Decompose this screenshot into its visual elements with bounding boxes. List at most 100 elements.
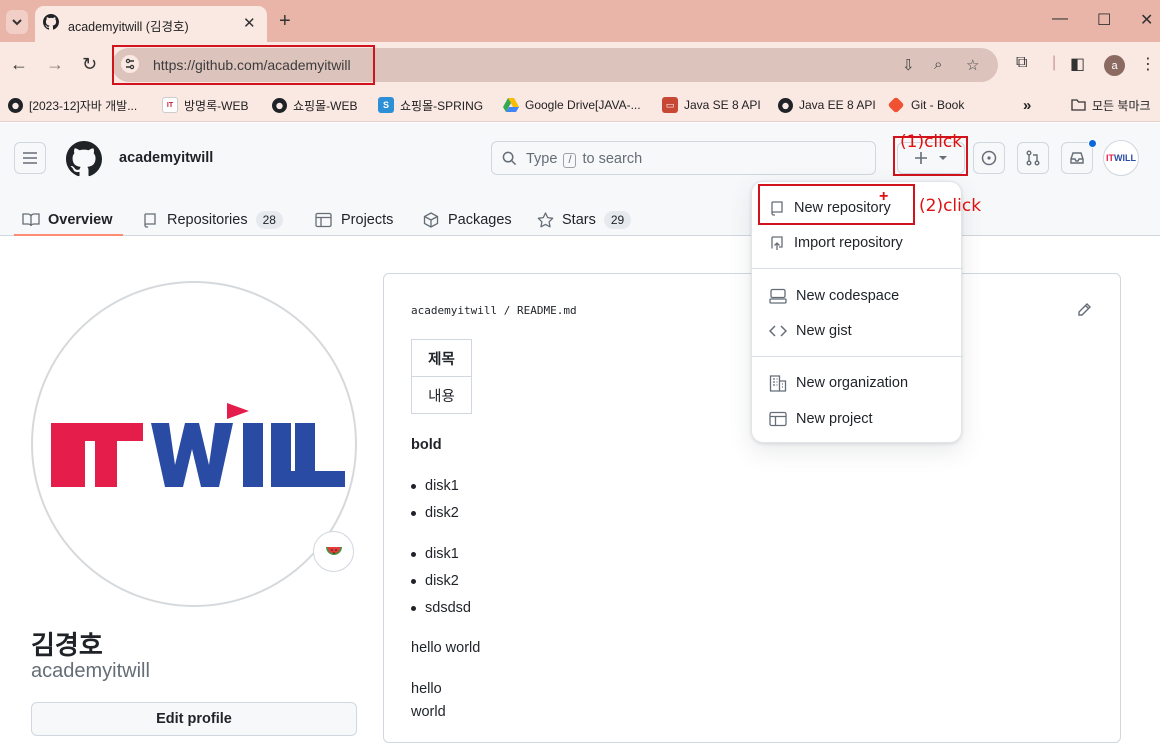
pull-requests-button[interactable]	[1017, 142, 1049, 174]
search-placeholder: Type / to search	[526, 151, 643, 168]
menu-divider	[752, 268, 963, 269]
install-app-icon[interactable]: ⇩	[902, 56, 915, 74]
repositories-count: 28	[255, 211, 283, 229]
search-icon	[502, 151, 517, 166]
toolbar-divider: |	[1052, 54, 1057, 71]
close-tab-icon[interactable]: ✕	[243, 14, 256, 32]
package-icon	[423, 212, 439, 228]
open-global-nav-button[interactable]	[14, 142, 46, 174]
menu-item-new-codespace[interactable]: New codespace	[769, 285, 899, 307]
readme-paragraph: hello world	[411, 640, 481, 656]
tab-title: academyitwill (김경호)	[68, 20, 189, 34]
itwill-icon: IT	[162, 97, 178, 113]
readme-path: academyitwill / README.md	[411, 304, 577, 317]
search-input[interactable]: Type / to search	[491, 141, 876, 175]
list-item: disk2	[411, 505, 459, 521]
chevron-down-icon	[12, 18, 22, 25]
issue-opened-icon	[981, 150, 997, 166]
menu-kebab-icon[interactable]: ⋮	[1140, 54, 1156, 74]
readme-owner-link[interactable]: academyitwill	[411, 304, 497, 317]
step1-annotation: (1)click	[900, 132, 963, 152]
minimize-icon[interactable]: —	[1052, 10, 1068, 28]
set-status-button[interactable]	[313, 531, 354, 572]
profile-username: academyitwill	[31, 660, 150, 682]
git-icon	[887, 96, 905, 114]
zoom-icon[interactable]: ⌕	[934, 56, 942, 73]
tab-packages[interactable]: Packages	[423, 203, 512, 237]
profile-avatar[interactable]	[31, 281, 357, 607]
bookmark-label: 모든 북마크	[1092, 98, 1151, 113]
tab-repositories[interactable]: Repositories 28	[142, 203, 283, 237]
oracle-icon: ▭	[662, 97, 678, 113]
menu-item-new-project[interactable]: New project	[769, 408, 873, 430]
table-icon	[315, 212, 332, 228]
bookmark-item[interactable]: ▭ Java SE 8 API	[662, 95, 761, 115]
context-username-link[interactable]: academyitwill	[119, 150, 213, 166]
tab-overview[interactable]: Overview	[22, 203, 113, 237]
browser-tab-strip: academyitwill (김경호) ✕ + — ☐ ✕	[0, 0, 1160, 42]
active-tab-underline	[14, 234, 123, 236]
tab-stars[interactable]: Stars 29	[537, 203, 632, 237]
menu-item-new-organization[interactable]: New organization	[769, 372, 908, 394]
back-arrow-icon[interactable]: ←	[10, 54, 28, 75]
edit-readme-pencil-icon[interactable]	[1076, 302, 1092, 318]
table-header: 제목	[411, 339, 472, 377]
github-favicon-icon	[43, 14, 59, 30]
step2-highlight-annotation	[758, 184, 915, 225]
menu-item-new-gist[interactable]: New gist	[769, 320, 852, 342]
notification-dot	[1088, 139, 1097, 148]
close-window-icon[interactable]: ✕	[1140, 10, 1153, 30]
issues-button[interactable]	[973, 142, 1005, 174]
forward-arrow-icon[interactable]: →	[46, 54, 64, 75]
readme-bold-text: bold	[411, 437, 442, 453]
itwill-logo-icon	[51, 403, 345, 487]
inbox-button[interactable]	[1061, 142, 1093, 174]
bookmark-item[interactable]: Git - Book	[887, 95, 964, 115]
maximize-icon[interactable]: ☐	[1097, 10, 1111, 30]
book-icon	[22, 213, 40, 227]
bookmark-label: 방명록-WEB	[184, 98, 249, 113]
readme-paragraph-line: world	[411, 704, 446, 720]
user-avatar-button[interactable]: IT WILL	[1103, 140, 1139, 176]
browser-tab-active[interactable]: academyitwill (김경호) ✕	[35, 6, 267, 42]
edit-profile-button[interactable]: Edit profile	[31, 702, 357, 736]
folder-icon	[1070, 97, 1086, 113]
google-drive-icon	[503, 97, 519, 113]
table-cell: 내용	[411, 376, 472, 414]
bookmark-label: 쇼핑몰-WEB	[293, 98, 358, 113]
tab-projects[interactable]: Projects	[315, 203, 393, 237]
menu-divider	[752, 356, 963, 357]
github-logo-icon[interactable]	[66, 141, 102, 177]
repo-icon	[144, 213, 156, 228]
watermelon-icon	[325, 546, 342, 555]
readme-file-name: README.md	[516, 304, 577, 317]
bookmark-item[interactable]: [2023-12]자바 개발...	[7, 95, 137, 115]
bookmark-label: Java SE 8 API	[684, 98, 761, 112]
organization-icon	[769, 375, 787, 392]
github-icon	[777, 97, 793, 113]
menu-item-import-repository[interactable]: Import repository	[769, 232, 903, 254]
bookmark-star-icon[interactable]: ☆	[966, 56, 979, 74]
bookmark-item[interactable]: Java EE 8 API	[777, 95, 876, 115]
spring-icon: S	[378, 97, 394, 113]
bookmark-item[interactable]: IT 방명록-WEB	[162, 95, 248, 115]
reload-icon[interactable]: ↻	[82, 54, 97, 75]
profile-fullname: 김경호	[31, 630, 103, 660]
bookmark-item[interactable]: S 쇼핑몰-SPRING	[378, 95, 483, 115]
side-panel-icon[interactable]: ◧	[1070, 54, 1085, 74]
tab-search-button[interactable]	[6, 10, 28, 34]
bookmark-label: Java EE 8 API	[799, 98, 876, 112]
browser-profile-avatar[interactable]: a	[1104, 55, 1125, 76]
bookmark-item[interactable]: Google Drive[JAVA-...	[503, 95, 641, 115]
git-pull-request-icon	[1026, 150, 1040, 166]
all-bookmarks-folder[interactable]: 모든 북마크	[1070, 95, 1151, 115]
bookmark-label: Google Drive[JAVA-...	[525, 98, 641, 112]
star-icon	[537, 212, 554, 228]
bookmark-item[interactable]: 쇼핑몰-WEB	[271, 95, 357, 115]
new-tab-button[interactable]: +	[279, 10, 291, 33]
bookmarks-bar: [2023-12]자바 개발... IT 방명록-WEB 쇼핑몰-WEB S 쇼…	[0, 88, 1160, 122]
more-bookmarks-button[interactable]: »	[1023, 95, 1031, 115]
extensions-icon[interactable]: ⧉	[1016, 54, 1027, 72]
list-item: sdsdsd	[411, 600, 471, 616]
bookmark-label: 쇼핑몰-SPRING	[400, 98, 484, 113]
